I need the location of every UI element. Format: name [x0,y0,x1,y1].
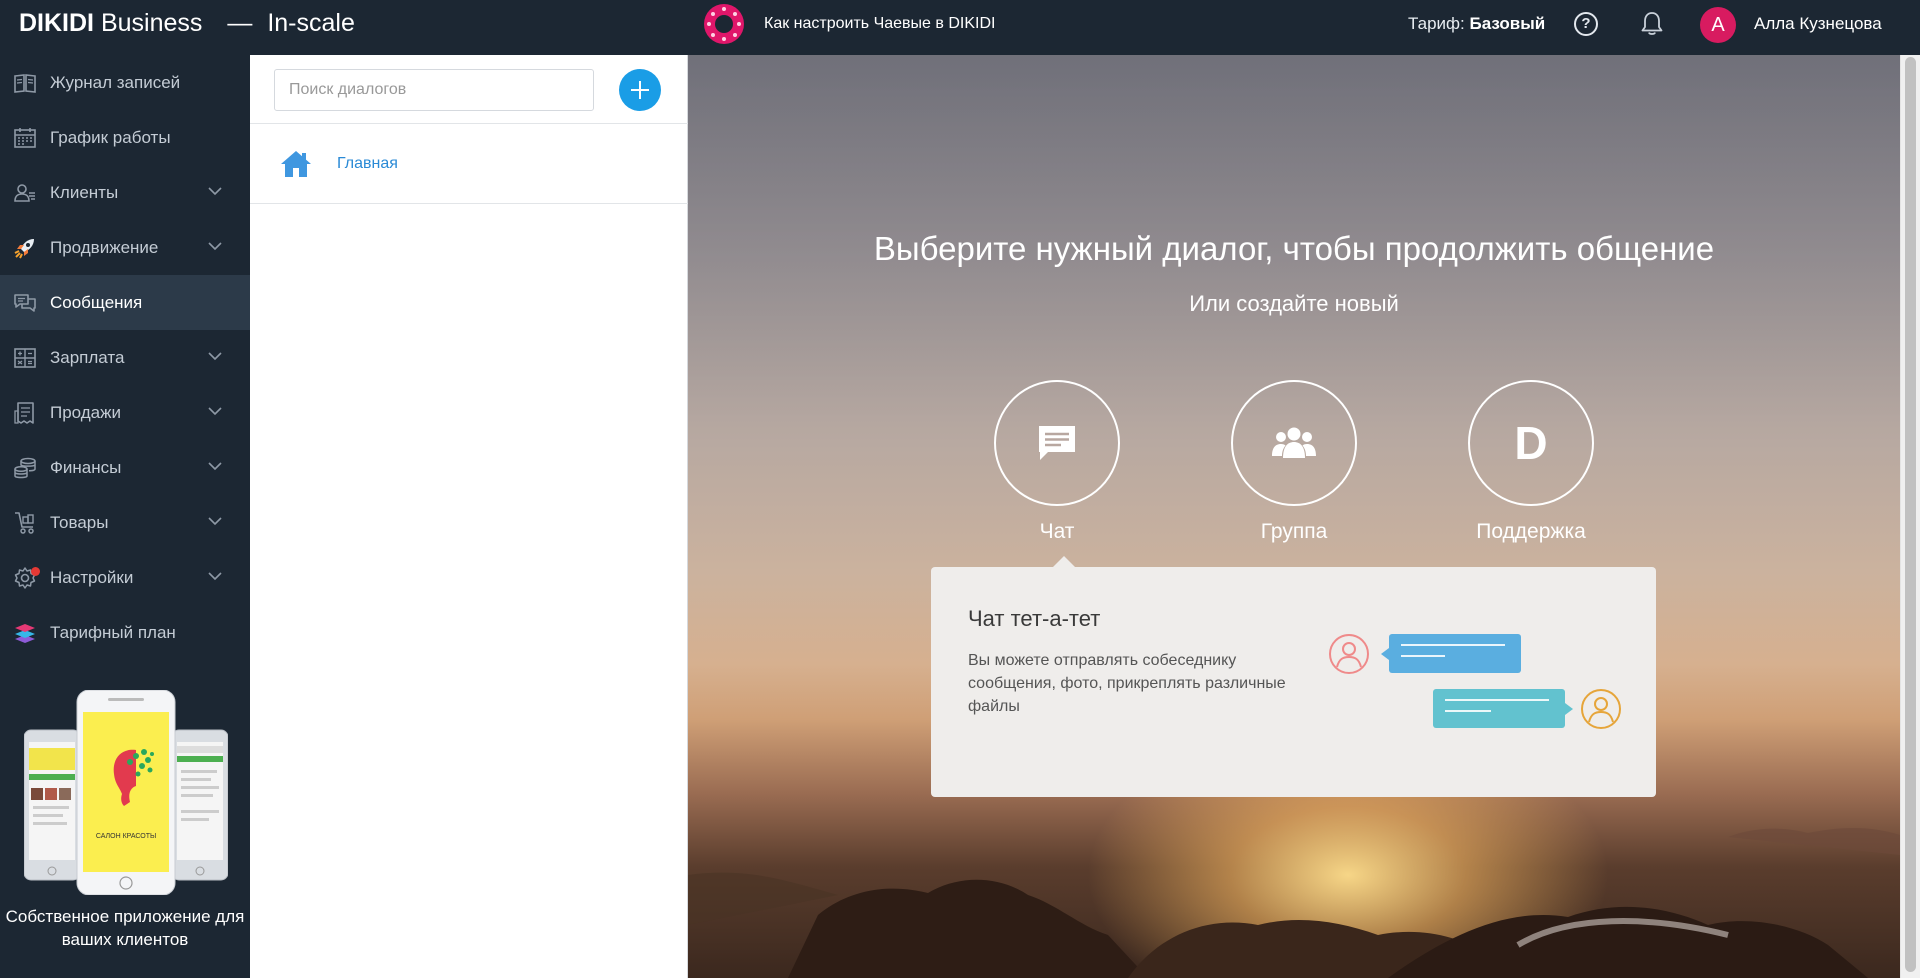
home-icon [281,150,311,177]
chevron-down-icon[interactable] [208,406,222,416]
app-screen-text: САЛОН КРАСОТЫ [96,833,156,840]
main-subtitle: Или создайте новый [1189,291,1399,316]
support-circle: D [1468,380,1594,506]
sidebar-item-settings[interactable]: Настройки [0,550,250,605]
chevron-down-icon[interactable] [208,571,222,581]
messages-icon [14,293,36,312]
chat-icon [1039,426,1075,460]
sidebar-item-label: Журнал записей [50,72,181,92]
add-dialog-button[interactable] [619,69,661,111]
page-scrollbar[interactable] [1900,55,1920,978]
journal-icon [14,73,36,93]
sidebar-item-label: Финансы [50,457,122,477]
dikidi-d-icon: D [1514,417,1548,469]
sidebar-item-label: График работы [50,127,171,147]
dialog-search-input[interactable] [274,69,594,111]
dialog-type-label: Группа [1260,520,1328,543]
sidebar-item-clients[interactable]: Клиенты [0,165,250,220]
tips-promo-link[interactable]: Как настроить Чаевые в DIKIDI [704,4,995,44]
dialog-type-label: Чат [1039,520,1075,543]
sidebar-item-label: Сообщения [50,292,143,312]
top-bar: DIKIDI Business — In-scale Как настроить… [0,0,1920,55]
app-promo-banner[interactable]: САЛОН КРАСОТЫ Собственное приложение для… [0,690,250,978]
sidebar-item-journal[interactable]: Журнал записей [0,55,250,110]
dialog-type-support[interactable]: D Поддержка [1468,380,1594,544]
dialog-item-label: Главная [337,154,398,172]
sidebar-item-sales[interactable]: Продажи [0,385,250,440]
sidebar-item-label: Зарплата [50,347,125,367]
promo-text: Как настроить Чаевые в DIKIDI [764,15,996,32]
dialog-type-group[interactable]: Группа [1231,380,1357,544]
chevron-down-icon[interactable] [208,186,222,196]
help-icon[interactable]: ? [1574,12,1598,36]
brand-name: DIKIDI [19,9,94,37]
sidebar-item-salary[interactable]: Зарплата [0,330,250,385]
sidebar-item-tariff-plan[interactable]: Тарифный план [0,605,250,660]
sidebar-item-finance[interactable]: Финансы [0,440,250,495]
company-name: In-scale [267,9,355,37]
coins-icon [14,457,36,478]
dialog-list-panel: Главная [250,55,688,978]
sidebar-item-promotion[interactable]: Продвижение [0,220,250,275]
donut-icon [704,4,744,44]
sidebar-item-label: Настройки [50,567,134,587]
salary-icon [14,347,36,368]
dialog-type-info-card: Чат тет-а-тет Вы можете отправлять собес… [931,567,1656,797]
sidebar-item-label: Товары [50,512,109,532]
info-card-description: Вы можете отправлять собеседнику сообщен… [968,652,1286,715]
chat-illustration [1329,634,1621,729]
sales-icon [14,401,34,424]
brand-suffix: Business [100,9,203,37]
chevron-down-icon[interactable] [208,351,222,361]
main-content: Выберите нужный диалог, чтобы продолжить… [688,55,1900,978]
sidebar-item-label: Продажи [50,402,121,422]
chevron-down-icon[interactable] [208,516,222,526]
sidebar-item-schedule[interactable]: График работы [0,110,250,165]
calendar-icon [14,127,36,148]
sidebar-item-label: Клиенты [50,182,119,202]
avatar[interactable]: А [1700,7,1736,43]
info-card-title: Чат тет-а-тет [968,606,1101,631]
sidebar-item-goods[interactable]: Товары [0,495,250,550]
app-promo-caption: Собственное приложение для ваших клиенто… [5,907,245,949]
dialog-type-chat[interactable]: Чат [994,380,1120,544]
group-icon [1272,427,1316,458]
brand-logo[interactable]: DIKIDI Business — In-scale [19,9,355,38]
chat-circle [994,380,1120,506]
group-circle [1231,380,1357,506]
scrollbar-thumb[interactable] [1905,57,1916,972]
user-name[interactable]: Алла Кузнецова [1754,14,1882,34]
brand-dash: — [227,9,253,37]
chevron-down-icon[interactable] [208,461,222,471]
tariff-info[interactable]: Тариф: Базовый [1408,14,1545,34]
clients-icon [14,183,35,202]
rocket-icon [14,238,34,258]
sidebar-item-messages[interactable]: Сообщения [0,275,250,330]
sidebar-item-label: Продвижение [50,237,159,257]
notification-dot [31,567,40,576]
layers-icon [15,623,35,643]
chevron-down-icon[interactable] [208,241,222,251]
tariff-label: Тариф: [1408,14,1465,33]
sidebar-item-label: Тарифный план [50,622,176,642]
cart-icon [15,511,34,534]
phones-illustration: САЛОН КРАСОТЫ [24,690,228,895]
main-title: Выберите нужный диалог, чтобы продолжить… [873,230,1715,267]
dialog-type-label: Поддержка [1476,520,1586,543]
sidebar: Журнал записей График работы Клиенты Про… [0,55,250,978]
dialog-item-main[interactable]: Главная [250,124,688,204]
bell-icon[interactable] [1640,11,1664,37]
tariff-value: Базовый [1469,14,1546,33]
